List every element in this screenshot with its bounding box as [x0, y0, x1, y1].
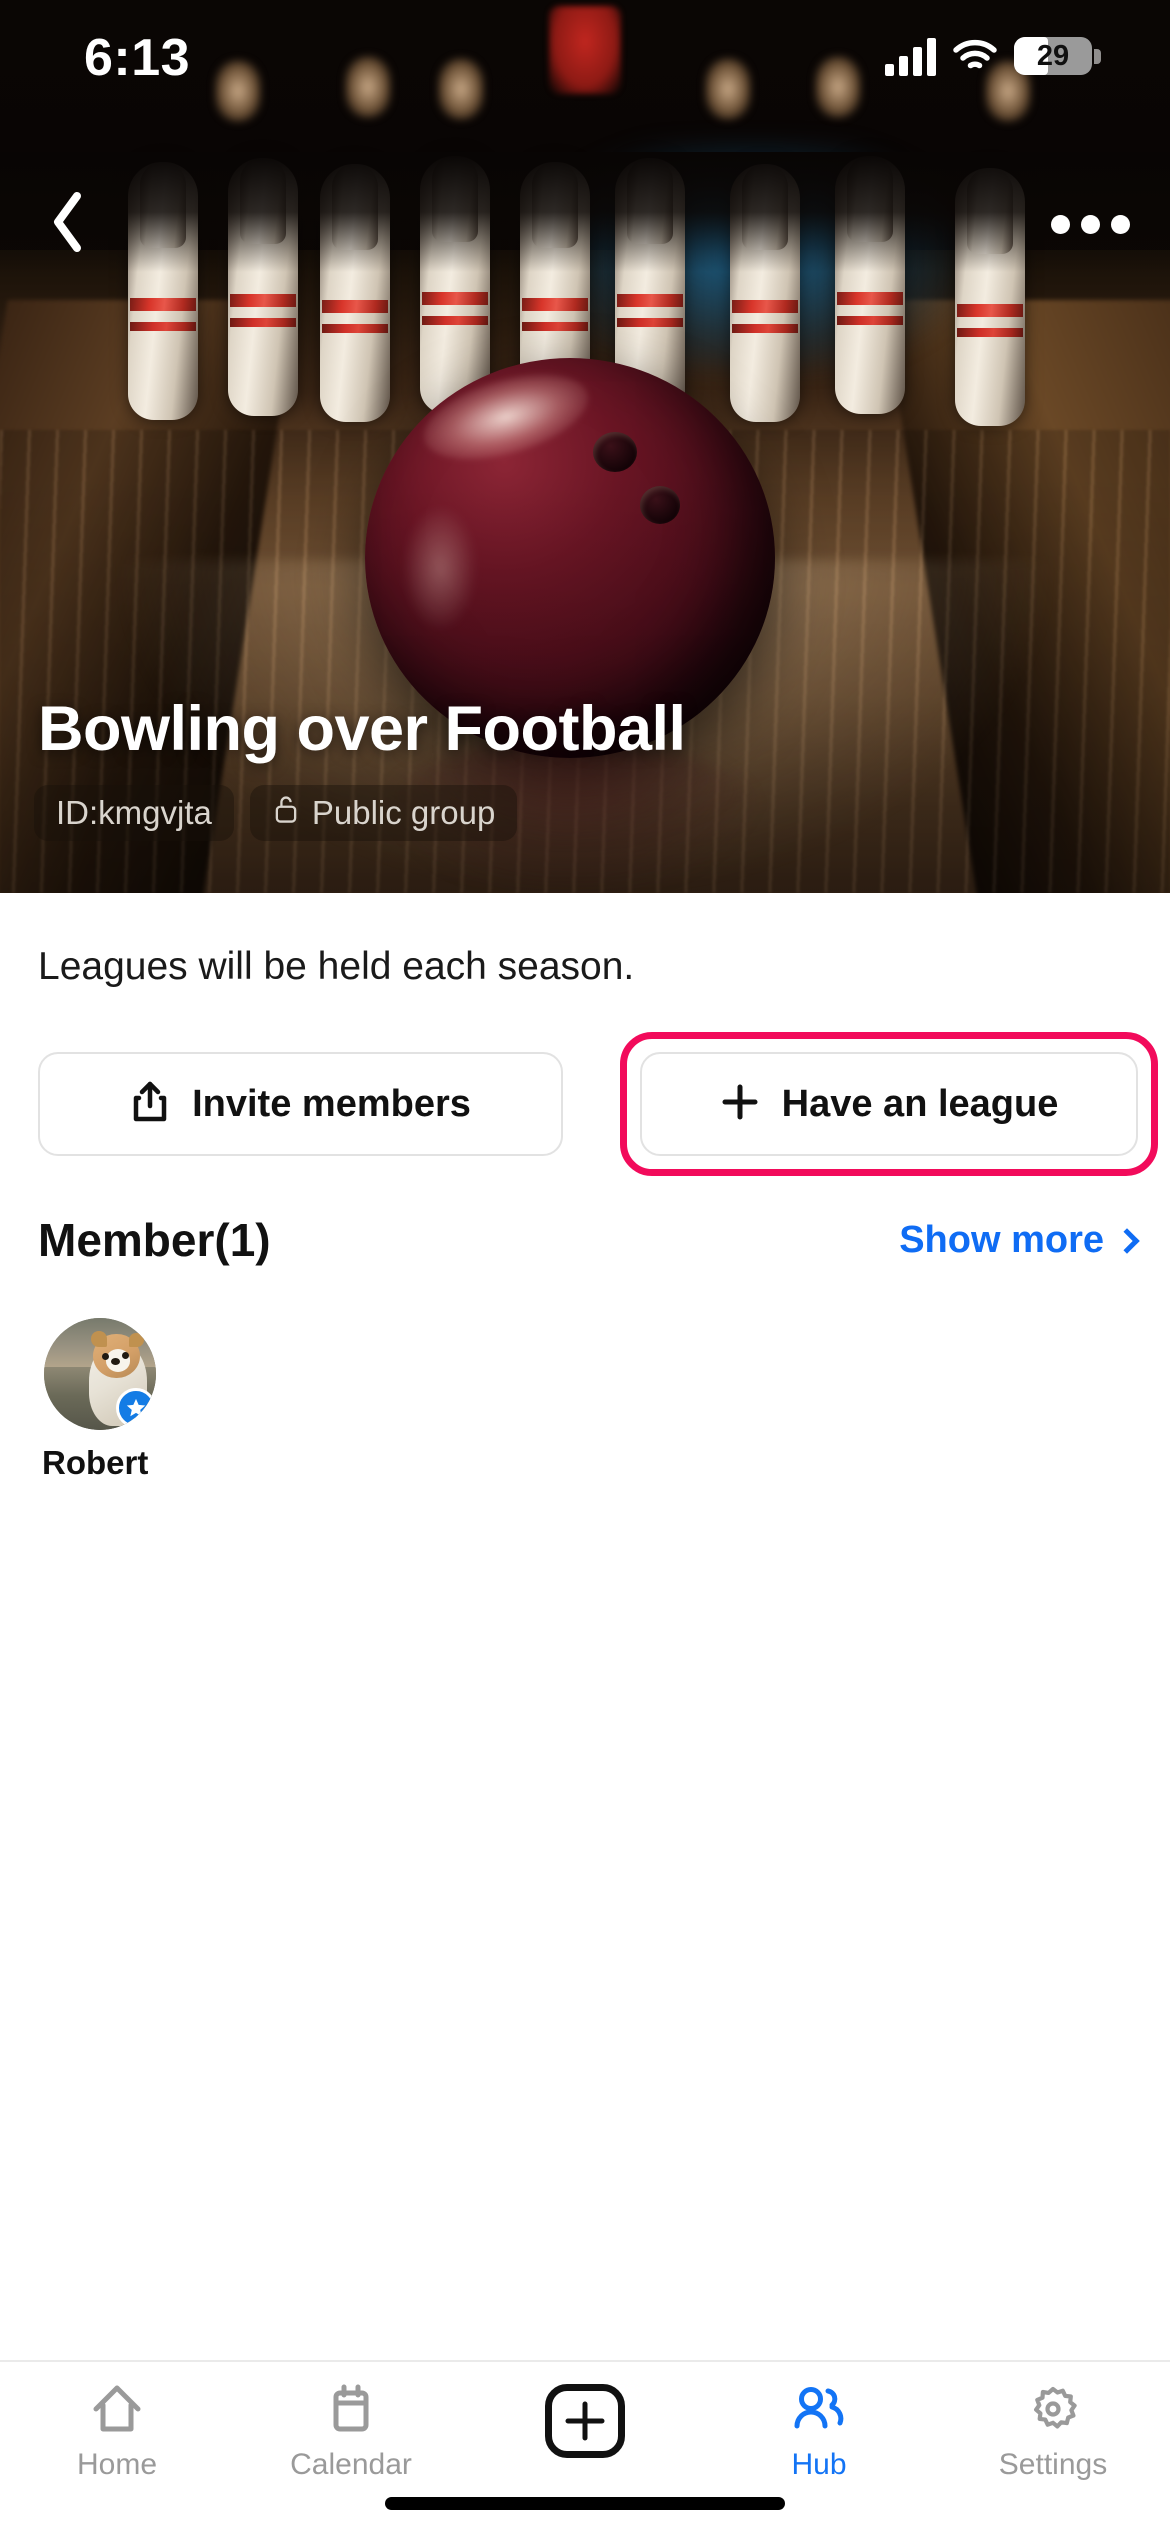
cellular-signal-icon — [885, 36, 936, 76]
action-buttons-row: Invite members Have an league — [0, 1030, 1170, 1186]
avatar[interactable] — [44, 1318, 156, 1430]
group-description: Leagues will be held each season. — [38, 945, 635, 988]
more-options-icon — [1050, 214, 1070, 234]
invite-members-label: Invite members — [192, 1082, 471, 1125]
more-options-icon-dot2 — [1080, 214, 1100, 234]
tab-settings-label: Settings — [998, 2448, 1108, 2481]
tab-home[interactable]: Home — [0, 2362, 234, 2502]
member-item[interactable]: Robert — [38, 1318, 188, 1482]
back-button[interactable] — [22, 176, 114, 272]
calendar-icon — [324, 2380, 378, 2438]
navigation-bar — [0, 176, 1170, 276]
tab-calendar[interactable]: Calendar — [234, 2362, 468, 2502]
tab-home-label: Home — [76, 2448, 158, 2481]
home-indicator — [385, 2497, 785, 2510]
unlock-icon — [272, 793, 300, 833]
status-bar: 6:13 29 — [0, 0, 1170, 120]
show-more-label: Show more — [899, 1219, 1104, 1261]
settings-gear-icon — [1026, 2380, 1080, 2438]
wifi-icon — [952, 38, 998, 74]
tab-calendar-label: Calendar — [290, 2448, 412, 2481]
member-name: Robert — [42, 1444, 149, 1481]
battery-icon: 29 — [1014, 37, 1101, 75]
phone-screen: Bowling over Football ID:kmgvjta Public … — [0, 0, 1170, 2532]
have-a-league-button[interactable]: Have an league — [640, 1052, 1138, 1156]
tab-hub-label: Hub — [791, 2448, 847, 2481]
plus-icon — [720, 1082, 760, 1127]
group-privacy-label: Public group — [311, 794, 496, 831]
group-title: Bowling over Football — [38, 694, 686, 764]
group-id-label: ID:kmgvjta — [56, 794, 212, 831]
chevron-right-icon — [1114, 1227, 1140, 1254]
tab-settings[interactable]: Settings — [936, 2362, 1170, 2502]
group-cover-header: Bowling over Football ID:kmgvjta Public … — [0, 0, 1170, 893]
tab-create[interactable] — [468, 2362, 702, 2502]
bottom-tab-bar: Home Calendar Hub Settings — [0, 2360, 1170, 2532]
share-icon — [130, 1080, 170, 1129]
group-id-badge: ID:kmgvjta — [34, 785, 234, 841]
members-section-header: Member(1) Show more — [0, 1213, 1170, 1293]
star-badge — [116, 1388, 156, 1428]
show-more-members-link[interactable]: Show more — [899, 1219, 1140, 1262]
group-meta-badges: ID:kmgvjta Public group — [34, 785, 518, 841]
tab-hub[interactable]: Hub — [702, 2362, 936, 2502]
home-icon — [90, 2380, 144, 2438]
group-privacy-badge: Public group — [249, 785, 518, 841]
more-options-icon-dot3 — [1110, 214, 1130, 234]
back-chevron-icon — [48, 190, 88, 259]
status-time: 6:13 — [84, 29, 191, 87]
invite-members-button[interactable]: Invite members — [38, 1052, 563, 1156]
create-plus-icon — [545, 2384, 625, 2458]
battery-percent: 29 — [1036, 39, 1070, 72]
hub-people-icon — [790, 2380, 848, 2438]
members-title: Member(1) — [38, 1214, 271, 1266]
more-options-button[interactable] — [1040, 176, 1140, 272]
have-a-league-label: Have an league — [781, 1082, 1059, 1125]
group-content: Leagues will be held each season. Invite… — [0, 893, 1170, 2430]
